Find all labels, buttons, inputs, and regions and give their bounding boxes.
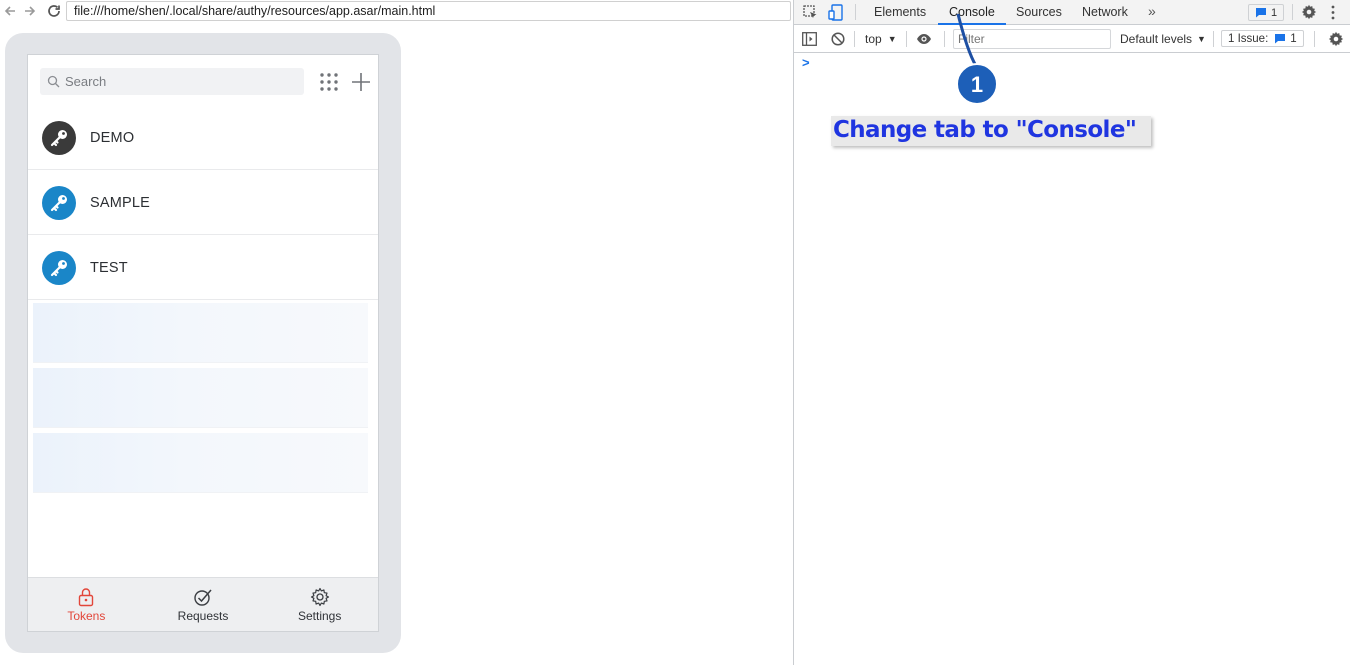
token-name: TEST — [90, 259, 128, 276]
separator — [1213, 31, 1214, 47]
reload-icon — [48, 5, 60, 17]
clear-console-button[interactable] — [831, 32, 845, 49]
separator — [854, 31, 855, 47]
key-icon — [50, 129, 67, 146]
gear-icon — [310, 587, 329, 606]
tab-settings[interactable]: Settings — [261, 578, 378, 631]
tab-label: Tokens — [67, 608, 106, 623]
separator — [906, 31, 907, 47]
show-sidebar-button[interactable] — [802, 32, 817, 49]
tab-requests[interactable]: Requests — [145, 578, 262, 631]
search-icon — [47, 75, 60, 87]
bottom-tab-bar: Tokens Requests Settings — [28, 577, 378, 631]
token-avatar — [42, 250, 76, 285]
log-levels-dropdown[interactable]: Default levels ▼ — [1120, 32, 1206, 46]
kebab-menu-icon — [1331, 5, 1335, 20]
chevron-down-icon: ▼ — [1197, 34, 1206, 44]
token-avatar — [42, 120, 76, 155]
tab-tokens[interactable]: Tokens — [28, 578, 145, 631]
tab-label: Requests — [177, 608, 229, 623]
back-button[interactable] — [0, 0, 20, 22]
gear-icon — [1328, 31, 1344, 47]
url-field[interactable]: file:///home/shen/.local/share/authy/res… — [66, 1, 791, 21]
arrow-left-icon — [4, 6, 15, 16]
tab-elements[interactable]: Elements — [874, 0, 926, 25]
grid-view-button[interactable] — [318, 71, 340, 93]
plus-icon — [352, 73, 370, 91]
separator — [944, 31, 945, 47]
issues-button[interactable]: 1 Issue: 1 — [1221, 30, 1304, 47]
token-row-demo[interactable]: DEMO — [28, 106, 378, 170]
grid-icon — [320, 73, 338, 91]
placeholder-row — [33, 303, 368, 363]
gear-icon — [1301, 4, 1317, 20]
lock-icon — [79, 587, 94, 606]
live-expression-button[interactable] — [916, 33, 932, 48]
token-name: DEMO — [90, 129, 135, 146]
reload-button[interactable] — [44, 0, 64, 22]
chevron-down-icon: ▼ — [887, 34, 897, 44]
token-row-test[interactable]: TEST — [28, 236, 378, 300]
eye-icon — [917, 34, 931, 44]
more-tabs-chevron-icon[interactable]: » — [1148, 3, 1156, 19]
issues-count: 1 — [1290, 32, 1297, 45]
token-name: SAMPLE — [90, 194, 151, 211]
inspect-element-button[interactable] — [803, 5, 818, 23]
placeholder-row — [33, 433, 368, 493]
context-selector[interactable]: top ▼ — [865, 32, 897, 46]
step-marker: 1 — [956, 13, 998, 105]
block-icon — [831, 32, 845, 46]
search-input[interactable]: Search — [40, 68, 304, 95]
placeholder-row — [33, 368, 368, 428]
devtools-tab-bar: Elements Console Sources Network » 1 — [794, 0, 1350, 25]
browser-pane: file:///home/shen/.local/share/authy/res… — [0, 0, 793, 665]
device-toolbar-button[interactable] — [828, 4, 844, 24]
instruction-text: Change tab to "Console" — [833, 117, 1137, 143]
console-settings-button[interactable] — [1328, 31, 1344, 50]
pointer-line — [956, 13, 978, 67]
message-icon — [1275, 34, 1286, 44]
tab-label: Settings — [298, 608, 342, 623]
authy-app: Search DEMO SAMPLE TEST Tokens Requests … — [27, 54, 379, 632]
forward-button[interactable] — [20, 0, 40, 22]
add-token-button[interactable] — [350, 71, 372, 93]
key-icon — [50, 259, 67, 276]
context-value: top — [865, 32, 882, 46]
token-row-sample[interactable]: SAMPLE — [28, 171, 378, 235]
more-options-button[interactable] — [1331, 5, 1335, 23]
messages-count: 1 — [1270, 6, 1278, 19]
step-number: 1 — [971, 72, 983, 97]
key-icon — [50, 194, 67, 211]
console-prompt[interactable]: > — [802, 55, 810, 70]
token-avatar — [42, 185, 76, 220]
messages-badge[interactable]: 1 — [1248, 4, 1284, 21]
issues-label: 1 Issue: — [1228, 32, 1269, 45]
devtools-settings-button[interactable] — [1301, 4, 1317, 23]
separator — [855, 4, 856, 20]
message-icon — [1255, 8, 1266, 18]
tab-network[interactable]: Network — [1082, 0, 1128, 25]
inspect-icon — [803, 5, 817, 18]
devtools-pane: Elements Console Sources Network » 1 top… — [793, 0, 1350, 665]
separator — [1314, 31, 1315, 47]
arrow-right-icon — [25, 6, 36, 16]
log-levels-value: Default levels — [1120, 32, 1193, 46]
search-placeholder: Search — [65, 74, 107, 89]
check-circle-icon — [194, 589, 212, 606]
separator — [1292, 4, 1293, 20]
sidebar-icon — [802, 32, 817, 46]
instruction-callout: Change tab to "Console" — [831, 116, 1151, 146]
device-icon — [828, 4, 843, 21]
console-toolbar: top ▼ Default levels ▼ 1 Issue: 1 — [794, 26, 1350, 53]
address-bar-row: file:///home/shen/.local/share/authy/res… — [0, 0, 793, 22]
